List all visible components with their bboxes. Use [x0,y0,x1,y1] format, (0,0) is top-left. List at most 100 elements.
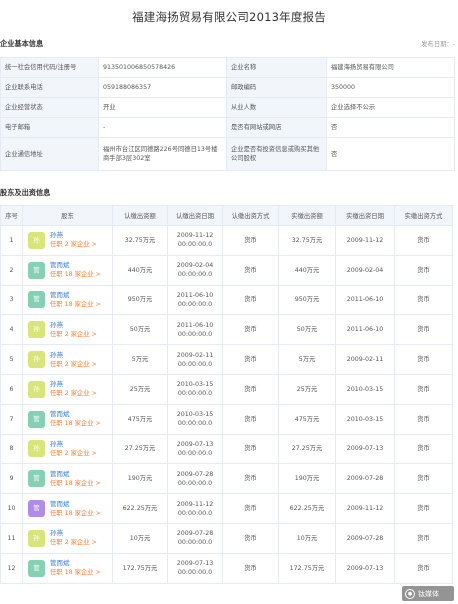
affiliated-companies-link[interactable]: 任职 18 家企业 > [50,419,101,428]
basic-info-header: 企业基本信息 发布日期：- [0,39,458,51]
shareholder-cell: 孙孙燕 任职 2 家企业 > [22,344,113,375]
subscribed-date: 2009-07-13 00:00:00.0 [167,552,223,584]
subscribed-method: 货币 [222,314,279,346]
subscribed-method: 货币 [222,433,279,465]
shareholder-name-link[interactable]: 孙燕 [50,380,97,389]
shareholder-name-link[interactable]: 管而斌 [50,559,101,568]
paid-method: 货币 [394,552,453,584]
affiliated-companies-link[interactable]: 任职 2 家企业 > [50,389,97,398]
paid-date: 2011-06-10 [335,284,395,316]
shareholder-name-link[interactable]: 管而斌 [50,470,101,479]
paid-amount: 10万元 [278,522,336,554]
info-row: 企业经营状态 开业 从业人数 企业选择不公示 [0,97,455,118]
row-number: 1 [0,225,23,256]
shareholder-name-link[interactable]: 管而斌 [50,261,101,270]
paid-date: 2009-07-13 [335,433,395,465]
basic-info-heading: 企业基本信息 [0,39,44,48]
paid-date: 2009-07-28 [335,522,395,554]
page-title: 福建海扬贸易有限公司2013年度报告 [132,10,326,24]
paid-method: 货币 [394,522,453,554]
shareholder-cell: 孙孙燕 任职 2 家企业 > [22,314,113,346]
paid-amount: 190万元 [278,463,336,495]
subscribed-date: 2009-11-12 00:00:00.0 [167,225,223,256]
shareholder-name-link[interactable]: 管而斌 [50,410,101,419]
affiliated-companies-link[interactable]: 任职 18 家企业 > [50,509,101,518]
info-row: 企业联系电话 059188086357 邮政编码 350000 [0,77,455,98]
subscribed-amount: 5万元 [112,344,168,375]
affiliated-companies-link[interactable]: 任职 18 家企业 > [50,479,101,488]
affiliated-companies-link[interactable]: 任职 2 家企业 > [50,360,97,369]
affiliated-companies-link[interactable]: 任职 18 家企业 > [50,568,101,577]
table-row: 10 管管而斌 任职 18 家企业 >622.25万元 2009-11-12 00:0… [0,493,453,524]
subscribed-amount: 32.75万元 [112,225,168,256]
paid-amount: 32.75万元 [278,225,336,256]
subscribed-date: 2010-03-15 00:00:00.0 [167,403,223,435]
column-header: 实缴出资方式 [394,205,453,226]
avatar: 孙 [28,380,45,398]
shareholder-name-link[interactable]: 孙燕 [50,231,97,240]
avatar: 管 [28,470,45,488]
subscribed-method: 货币 [222,493,279,524]
paid-method: 货币 [394,493,453,524]
paid-amount: 475万元 [278,403,336,435]
row-number: 9 [0,463,23,495]
publish-date: 发布日期：- [421,41,455,48]
table-row: 12 管管而斌 任职 18 家企业 >172.75万元 2009-07-13 00:0… [0,552,453,584]
subscribed-amount: 172.75万元 [112,552,168,584]
info-key: 电子邮箱 [0,117,99,138]
paid-amount: 440万元 [278,254,336,286]
column-header: 股东 [22,205,113,226]
affiliated-companies-link[interactable]: 任职 2 家企业 > [50,538,97,547]
info-key: 统一社会信用代码/注册号 [0,57,99,78]
column-header: 认缴出资额 [112,205,168,226]
affiliated-companies-link[interactable]: 任职 18 家企业 > [50,270,101,279]
shareholder-name-link[interactable]: 管而斌 [50,291,101,300]
affiliated-companies-link[interactable]: 任职 2 家企业 > [50,330,97,339]
shareholder-name-link[interactable]: 孙燕 [50,440,97,449]
subscribed-method: 货币 [222,373,279,405]
subscribed-method: 货币 [222,344,279,375]
subscribed-date: 2009-07-28 00:00:00.0 [167,522,223,554]
shareholder-cell: 管管而斌 任职 18 家企业 > [22,254,113,286]
subscribed-amount: 27.25万元 [112,433,168,465]
paid-method: 货币 [394,284,453,316]
row-number: 3 [0,284,23,316]
avatar: 管 [28,261,45,279]
paid-date: 2009-02-11 [335,344,395,375]
info-key: 企业是否有投资信息或购买其他公司股权 [226,137,327,171]
info-value: - [98,117,227,138]
shareholder-cell: 管管而斌 任职 18 家企业 > [22,284,113,316]
avatar: 孙 [28,351,45,369]
info-row: 企业通信地址 福州市台江区同德路226号同德日13号楼商手部3层302室 企业是否有… [0,137,455,171]
affiliated-companies-link[interactable]: 任职 18 家企业 > [50,300,101,309]
table-row: 11 孙孙燕 任职 2 家企业 >10万元 2009-07-28 00:00:00.0… [0,522,453,554]
info-value: 059188086357 [98,77,227,98]
shareholder-name-link[interactable]: 孙燕 [50,321,97,330]
row-number: 11 [0,522,23,554]
shareholder-header: 股东及出资信息 [0,188,458,200]
affiliated-companies-link[interactable]: 任职 2 家企业 > [50,449,97,458]
info-value: 企业选择不公示 [326,97,455,118]
table-row: 4 孙孙燕 任职 2 家企业 >50万元 2011-06-10 00:00:00.0 货… [0,314,453,346]
info-value: 福州市台江区同德路226号同德日13号楼商手部3层302室 [98,137,227,171]
shareholder-cell: 管管而斌 任职 18 家企业 > [22,463,113,495]
subscribed-method: 货币 [222,403,279,435]
watermark-text: 钛媒体 [418,589,439,598]
paid-method: 货币 [394,373,453,405]
column-header: 序号 [0,205,23,226]
shareholder-name-link[interactable]: 孙燕 [50,351,97,360]
info-key: 企业名称 [226,57,327,78]
row-number: 7 [0,403,23,435]
affiliated-companies-link[interactable]: 任职 2 家企业 > [50,240,97,249]
subscribed-amount: 440万元 [112,254,168,286]
shareholder-name-link[interactable]: 孙燕 [50,529,97,538]
paid-method: 货币 [394,225,453,256]
paid-method: 货币 [394,344,453,375]
paid-amount: 950万元 [278,284,336,316]
column-header: 认缴出资方式 [222,205,279,226]
info-value: 否 [326,117,455,138]
avatar: 孙 [28,440,45,458]
subscribed-date: 2010-03-15 00:00:00.0 [167,373,223,405]
info-value: 913501006850578426 [98,57,227,78]
shareholder-name-link[interactable]: 管而斌 [50,500,101,509]
